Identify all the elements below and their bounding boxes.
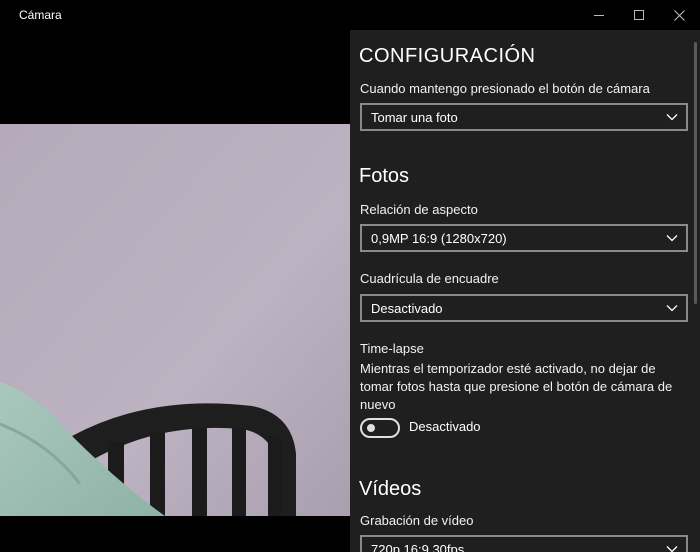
camera-button-value: Tomar una foto — [371, 110, 458, 125]
photos-heading: Fotos — [359, 165, 410, 187]
timelapse-toggle[interactable] — [360, 418, 400, 438]
maximize-icon — [634, 10, 644, 20]
timelapse-label: Time-lapse — [360, 341, 424, 356]
camera-preview-image — [0, 124, 350, 516]
framing-grid-dropdown[interactable]: Desactivado — [360, 294, 688, 322]
minimize-icon — [594, 14, 604, 16]
chevron-down-icon — [666, 305, 678, 312]
aspect-ratio-label: Relación de aspecto — [360, 202, 478, 217]
settings-panel: CONFIGURACIÓN Cuando mantengo presionado… — [350, 30, 700, 552]
app-title: Cámara — [19, 8, 62, 22]
timelapse-description: Mientras el temporizador esté activado, … — [360, 361, 673, 412]
aspect-ratio-dropdown[interactable]: 0,9MP 16:9 (1280x720) — [360, 224, 688, 252]
chevron-down-icon — [666, 114, 678, 121]
video-recording-value: 720p 16:9 30fps — [371, 542, 465, 552]
framing-grid-value: Desactivado — [371, 301, 443, 316]
video-recording-label: Grabación de vídeo — [360, 513, 474, 528]
close-icon — [673, 9, 685, 21]
camera-button-dropdown[interactable]: Tomar una foto — [360, 103, 688, 131]
timelapse-state: Desactivado — [409, 419, 481, 434]
close-button[interactable] — [656, 0, 700, 30]
settings-scrollbar[interactable] — [694, 42, 697, 304]
toggle-knob — [367, 424, 375, 432]
settings-heading: CONFIGURACIÓN — [359, 45, 536, 67]
framing-grid-label: Cuadrícula de encuadre — [360, 271, 499, 286]
chevron-down-icon — [666, 546, 678, 552]
aspect-ratio-value: 0,9MP 16:9 (1280x720) — [371, 231, 507, 246]
camera-button-label: Cuando mantengo presionado el botón de c… — [360, 81, 650, 96]
videos-heading: Vídeos — [359, 478, 422, 500]
camera-viewfinder[interactable] — [0, 30, 350, 552]
video-recording-dropdown[interactable]: 720p 16:9 30fps — [360, 535, 688, 552]
chevron-down-icon — [666, 235, 678, 242]
title-bar: Cámara — [0, 0, 700, 30]
